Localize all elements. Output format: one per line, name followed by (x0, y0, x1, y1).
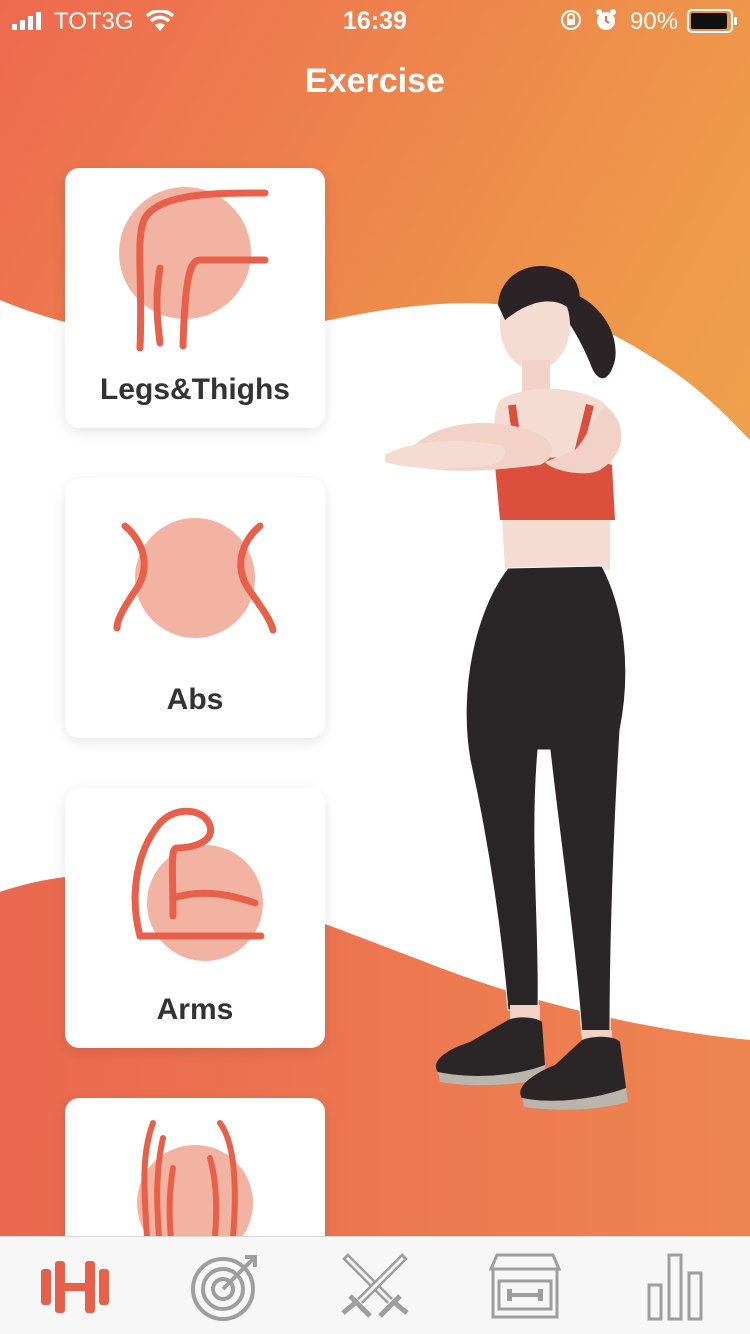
crossed-swords-icon (341, 1253, 409, 1318)
category-card-arms[interactable]: Arms (65, 788, 325, 1048)
tab-gym[interactable] (450, 1237, 600, 1334)
abs-icon (113, 518, 277, 638)
tab-challenges[interactable] (300, 1237, 450, 1334)
category-label: Abs (166, 683, 224, 716)
dumbbell-icon (41, 1261, 109, 1313)
arms-icon (131, 807, 265, 961)
category-card-legs-thighs[interactable]: Legs&Thighs (65, 168, 325, 428)
tab-goals[interactable] (150, 1237, 300, 1334)
status-bar: TOT3G 16:39 90% (0, 0, 750, 40)
tab-stats[interactable] (600, 1237, 750, 1334)
bar-chart-icon (647, 1253, 703, 1321)
tab-bar (0, 1236, 750, 1334)
legs-icon (119, 187, 269, 352)
category-label: Legs&Thighs (99, 373, 290, 406)
target-icon (191, 1255, 257, 1321)
battery-icon (687, 9, 737, 33)
category-label: Arms (156, 993, 234, 1026)
category-card-abs[interactable]: Abs (65, 478, 325, 738)
alarm-icon (596, 9, 616, 30)
exercise-screen: TOT3G 16:39 90% Exercise Legs&Thighs Abs… (0, 0, 750, 1334)
gym-store-icon (488, 1253, 562, 1319)
page-title: Exercise (305, 62, 445, 100)
rotation-lock-icon (561, 10, 581, 30)
battery-percent: 90% (630, 8, 679, 35)
woman-illustration (385, 266, 628, 1110)
tab-workouts[interactable] (0, 1237, 150, 1334)
